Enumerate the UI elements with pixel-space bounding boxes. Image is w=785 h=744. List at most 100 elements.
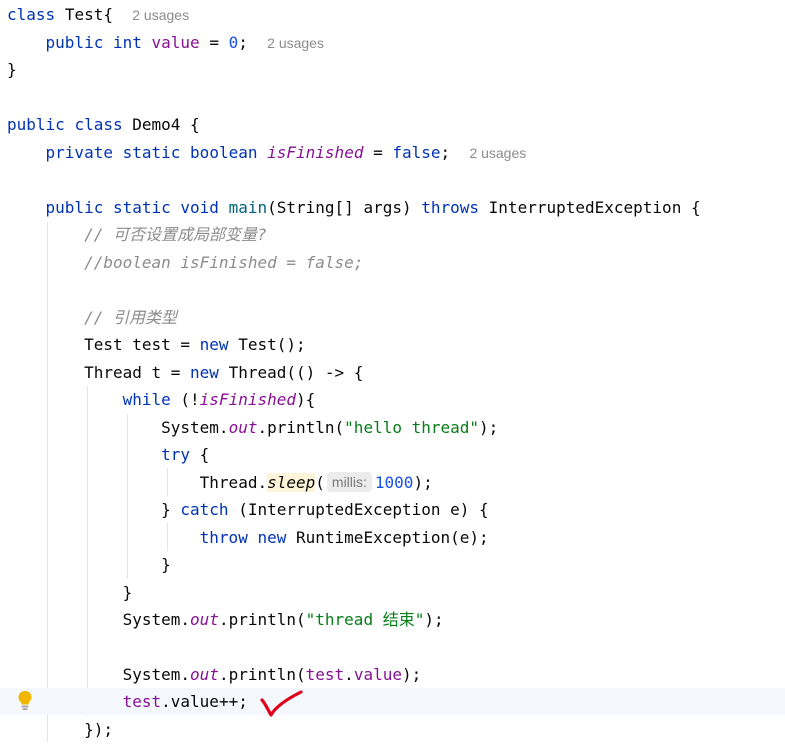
code-editor[interactable]: class Test{ 2 usages public int value = … — [0, 0, 785, 744]
code-line-14[interactable]: Thread t = new Thread(() -> { — [0, 359, 785, 386]
code-line-18[interactable]: Thread.sleep(millis: 1000); — [0, 469, 785, 496]
code-text: Thread t = — [84, 363, 191, 382]
keyword: new — [199, 335, 229, 354]
parameter-name-hint: millis: — [326, 472, 372, 492]
code-line-16[interactable]: System.out.println("hello thread"); — [0, 414, 785, 441]
keyword: catch — [180, 500, 229, 519]
comment: // 可否设置成局部变量? — [84, 225, 267, 244]
keyword: while — [122, 390, 171, 409]
code-text: { — [190, 445, 210, 464]
code-text: Test(); — [228, 335, 306, 354]
code-line-17[interactable]: try { — [0, 441, 785, 468]
code-text: .println( — [218, 610, 306, 629]
exception-type: InterruptedException { — [479, 198, 701, 217]
keyword: try — [161, 445, 191, 464]
code-line-13[interactable]: Test test = new Test(); — [0, 331, 785, 358]
class-name: Test{ — [64, 5, 113, 24]
brace: } — [122, 583, 133, 602]
keyword: throw — [199, 528, 248, 547]
code-text: }); — [84, 720, 113, 739]
code-line-23[interactable]: System.out.println("thread 结束"); — [0, 606, 785, 633]
code-text: (! — [170, 390, 200, 409]
keyword: public — [7, 115, 65, 134]
code-text: RuntimeException(e); — [286, 528, 489, 547]
keyword: public — [45, 33, 104, 52]
lightbulb-icon[interactable] — [17, 690, 33, 712]
code-text: ); — [401, 665, 422, 684]
string-literal: "hello thread" — [344, 418, 480, 437]
code-line-6[interactable]: private static boolean isFinished = fals… — [0, 139, 785, 166]
comment: // 引用类型 — [84, 308, 177, 327]
keyword: new — [257, 528, 287, 547]
keyword: public — [45, 198, 104, 217]
code-text: ){ — [296, 390, 316, 409]
code-line-10[interactable]: //boolean isFinished = false; — [0, 249, 785, 276]
static-field-name: out — [190, 610, 219, 629]
usages-hint[interactable]: 2 usages — [132, 7, 189, 23]
code-line-15[interactable]: while (!isFinished){ — [0, 386, 785, 413]
class-name: Demo4 { — [132, 115, 200, 134]
field-name: value — [151, 33, 200, 52]
code-line-9[interactable]: // 可否设置成局部变量? — [0, 221, 785, 248]
operator: = — [363, 143, 393, 162]
code-line-20[interactable]: throw new RuntimeException(e); — [0, 524, 785, 551]
code-text: Test test = — [84, 335, 200, 354]
static-field-name: isFinished — [267, 143, 364, 162]
code-line-25[interactable]: System.out.println(test.value); — [0, 661, 785, 688]
semicolon: ; — [238, 33, 248, 52]
keyword: boolean — [190, 143, 258, 162]
code-line-12[interactable]: // 引用类型 — [0, 304, 785, 331]
code-text: . — [344, 665, 354, 684]
semicolon: ; — [440, 143, 451, 162]
code-line-8[interactable]: public static void main(String[] args) t… — [0, 194, 785, 221]
code-text: Thread(() -> { — [218, 363, 364, 382]
code-text: System. — [122, 665, 191, 684]
code-text: System. — [122, 610, 191, 629]
code-text: ); — [424, 610, 444, 629]
code-line-27[interactable]: }); — [0, 716, 785, 743]
keyword: new — [190, 363, 219, 382]
comment: //boolean isFinished = false; — [84, 253, 364, 272]
operator: = — [199, 33, 229, 52]
field-name: value — [170, 692, 219, 711]
code-text: ++; — [218, 692, 248, 711]
brace: } — [7, 60, 17, 79]
keyword: class — [74, 115, 123, 134]
code-line-2[interactable]: public int value = 0; 2 usages — [0, 29, 785, 56]
keyword: private — [45, 143, 113, 162]
code-line-19[interactable]: } catch (InterruptedException e) { — [0, 496, 785, 523]
brace: } — [161, 555, 171, 574]
code-line-26-current[interactable]: test.value++; — [0, 688, 785, 715]
code-line-5[interactable]: public class Demo4 { — [0, 111, 785, 138]
field-name: value — [353, 665, 402, 684]
code-line-21[interactable]: } — [0, 551, 785, 578]
code-text: (InterruptedException e) { — [228, 500, 489, 519]
code-text: Thread. — [199, 473, 268, 492]
parameters: (String[] args) — [267, 198, 422, 217]
static-field-name: out — [228, 418, 258, 437]
code-text: .println( — [218, 665, 306, 684]
code-line-1[interactable]: class Test{ 2 usages — [0, 1, 785, 28]
code-text: . — [161, 692, 171, 711]
code-text: ( — [315, 473, 325, 492]
usages-hint[interactable]: 2 usages — [469, 145, 526, 161]
keyword: class — [7, 5, 56, 24]
code-text: ); — [479, 418, 499, 437]
code-text: } — [161, 500, 181, 519]
code-text: System. — [161, 418, 229, 437]
method-name: main — [228, 198, 268, 217]
string-literal: "thread 结束" — [305, 610, 425, 629]
keyword: static — [122, 143, 181, 162]
keyword: false — [392, 143, 441, 162]
number-literal: 1000 — [374, 473, 414, 492]
code-text: .println( — [257, 418, 345, 437]
red-checkmark-annotation — [260, 690, 303, 717]
code-line-3[interactable]: } — [0, 56, 785, 83]
static-field-name: out — [190, 665, 219, 684]
captured-variable: test — [122, 692, 162, 711]
usages-hint[interactable]: 2 usages — [267, 35, 324, 51]
keyword: throws — [421, 198, 480, 217]
static-field-name: isFinished — [199, 390, 296, 409]
keyword: static — [112, 198, 171, 217]
code-line-22[interactable]: } — [0, 579, 785, 606]
